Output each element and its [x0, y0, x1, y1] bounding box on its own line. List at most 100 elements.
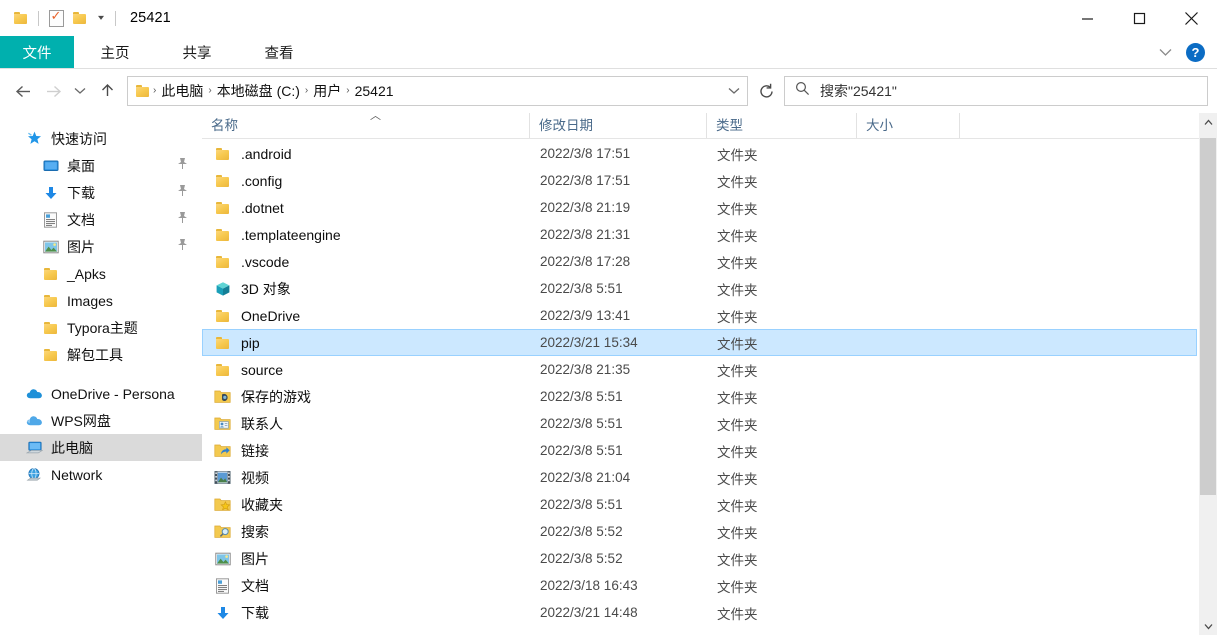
sidebar-item-desktop[interactable]: 桌面	[0, 152, 202, 179]
address-input[interactable]: › 此电脑 › 本地磁盘 (C:) › 用户 › 25421	[127, 76, 748, 106]
table-row[interactable]: 保存的游戏 2022/3/8 5:51 文件夹	[202, 383, 1197, 410]
pin-icon[interactable]	[177, 157, 188, 175]
breadcrumb-item-1[interactable]: 本地磁盘 (C:)	[213, 81, 304, 101]
customize-qat-caret-icon[interactable]: ▾	[92, 6, 110, 30]
scroll-down-icon[interactable]	[1199, 617, 1217, 635]
table-row[interactable]: 搜索 2022/3/8 5:52 文件夹	[202, 518, 1197, 545]
sidebar-item-typora-theme[interactable]: Typora主题	[0, 314, 202, 341]
table-row[interactable]: 文档 2022/3/18 16:43 文件夹	[202, 572, 1197, 599]
file-name: 链接	[241, 442, 269, 459]
tab-share[interactable]: 共享	[156, 36, 238, 68]
table-row[interactable]: 收藏夹 2022/3/8 5:51 文件夹	[202, 491, 1197, 518]
help-button[interactable]: ?	[1186, 42, 1205, 62]
table-row[interactable]: 视频 2022/3/8 21:04 文件夹	[202, 464, 1197, 491]
favorites-icon	[214, 496, 231, 513]
column-header-date[interactable]: 修改日期	[530, 113, 707, 138]
scrollbar-thumb[interactable]	[1200, 138, 1216, 495]
properties-icon[interactable]	[44, 6, 68, 30]
up-button[interactable]	[92, 76, 122, 106]
sidebar-item-downloads[interactable]: 下载	[0, 179, 202, 206]
documents-icon	[42, 211, 59, 228]
sidebar-item-pictures[interactable]: 图片	[0, 233, 202, 260]
sidebar-item-apks[interactable]: _Apks	[0, 260, 202, 287]
table-row[interactable]: .vscode 2022/3/8 17:28 文件夹	[202, 248, 1197, 275]
search-box[interactable]: 搜索"25421"	[784, 76, 1208, 106]
cell-date: 2022/3/8 5:51	[540, 281, 623, 296]
sidebar-label: Typora主题	[67, 319, 138, 336]
file-name: 文档	[241, 577, 269, 594]
this-pc-icon	[26, 439, 43, 456]
folder-icon	[42, 346, 59, 363]
table-row[interactable]: .templateengine 2022/3/8 21:31 文件夹	[202, 221, 1197, 248]
search-icon	[795, 81, 810, 101]
address-bar: › 此电脑 › 本地磁盘 (C:) › 用户 › 25421 搜索"25421"	[0, 69, 1217, 113]
scrollbar-track[interactable]	[1199, 131, 1217, 617]
folder-icon	[214, 226, 231, 243]
explorer-content: 快速访问 桌面 下载 文档 图片 _Apks Images Typora主题 解…	[0, 111, 1217, 635]
sidebar-item-unpack-tools[interactable]: 解包工具	[0, 341, 202, 368]
column-header-name[interactable]: 名称	[202, 113, 530, 138]
table-row[interactable]: 3D 对象 2022/3/8 5:51 文件夹	[202, 275, 1197, 302]
table-row[interactable]: .config 2022/3/8 17:51 文件夹	[202, 167, 1197, 194]
breadcrumb-item-2[interactable]: 用户	[309, 81, 345, 101]
file-name: 下载	[241, 604, 269, 621]
maximize-button[interactable]	[1113, 0, 1165, 36]
cell-date: 2022/3/8 21:31	[540, 227, 631, 242]
table-row[interactable]: .dotnet 2022/3/8 21:19 文件夹	[202, 194, 1197, 221]
pin-icon[interactable]	[177, 238, 188, 256]
pin-icon[interactable]	[177, 211, 188, 229]
sidebar-item-documents[interactable]: 文档	[0, 206, 202, 233]
forward-button[interactable]	[38, 76, 68, 106]
sidebar-group-quick-access[interactable]: 快速访问	[0, 125, 202, 152]
table-row[interactable]: 下载 2022/3/21 14:48 文件夹	[202, 599, 1197, 626]
pin-icon[interactable]	[177, 184, 188, 202]
column-header-size[interactable]: 大小	[857, 113, 960, 138]
scroll-up-icon[interactable]	[1199, 113, 1217, 131]
tab-view[interactable]: 查看	[238, 36, 320, 68]
sidebar-item-network[interactable]: Network	[0, 461, 202, 488]
folder-icon	[42, 265, 59, 282]
sidebar-label: 桌面	[67, 157, 95, 174]
table-row[interactable]: source 2022/3/8 21:35 文件夹	[202, 356, 1197, 383]
folder-icon[interactable]	[9, 6, 33, 30]
table-row[interactable]: 链接 2022/3/8 5:51 文件夹	[202, 437, 1197, 464]
sidebar-item-wps-cloud[interactable]: WPS网盘	[0, 407, 202, 434]
table-row[interactable]: 联系人 2022/3/8 5:51 文件夹	[202, 410, 1197, 437]
cell-date: 2022/3/21 15:34	[540, 335, 638, 350]
sidebar-label: OneDrive - Persona	[51, 385, 175, 402]
qat-separator-1	[38, 10, 39, 26]
cell-date: 2022/3/18 16:43	[540, 578, 638, 593]
file-name: .vscode	[241, 253, 290, 270]
table-row[interactable]: .android 2022/3/8 17:51 文件夹	[202, 140, 1197, 167]
sidebar-item-this-pc[interactable]: 此电脑	[0, 434, 202, 461]
file-name: source	[241, 361, 284, 378]
cell-name: .android	[203, 145, 531, 162]
documents-icon	[214, 577, 231, 594]
folder-icon	[214, 199, 231, 216]
column-header-type[interactable]: 类型	[707, 113, 857, 138]
contacts-icon	[214, 415, 231, 432]
back-button[interactable]	[8, 76, 38, 106]
table-row[interactable]: 图片 2022/3/8 5:52 文件夹	[202, 545, 1197, 572]
recent-locations-icon[interactable]	[68, 76, 92, 106]
table-row[interactable]: pip 2022/3/21 15:34 文件夹	[202, 329, 1197, 356]
3d-objects-icon	[214, 280, 231, 297]
cell-type: 文件夹	[717, 147, 758, 163]
chevron-down-icon[interactable]	[1154, 41, 1176, 63]
breadcrumb-item-0[interactable]: 此电脑	[157, 81, 207, 101]
minimize-button[interactable]	[1061, 0, 1113, 36]
tab-home[interactable]: 主页	[74, 36, 156, 68]
cell-name: 保存的游戏	[203, 387, 531, 407]
cell-name: OneDrive	[203, 307, 531, 324]
breadcrumb-item-3[interactable]: 25421	[351, 83, 398, 99]
refresh-button[interactable]	[752, 77, 780, 105]
vertical-scrollbar[interactable]	[1199, 113, 1217, 635]
sidebar-label: 快速访问	[51, 130, 107, 147]
new-folder-icon[interactable]	[68, 6, 92, 30]
table-row[interactable]: OneDrive 2022/3/9 13:41 文件夹	[202, 302, 1197, 329]
tab-file[interactable]: 文件	[0, 36, 74, 68]
sidebar-item-images[interactable]: Images	[0, 287, 202, 314]
sidebar-item-onedrive[interactable]: OneDrive - Persona	[0, 380, 202, 407]
close-button[interactable]	[1165, 0, 1217, 36]
address-history-caret-icon[interactable]	[723, 78, 745, 104]
